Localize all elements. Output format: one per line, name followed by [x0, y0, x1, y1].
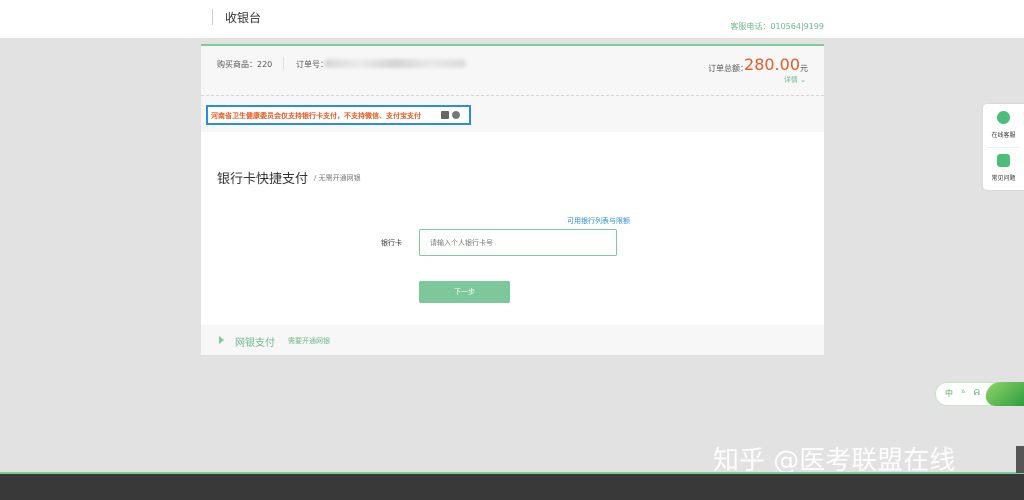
leaf-icon: [983, 382, 1024, 406]
order-summary: 购买商品：220 订单号： 订单总额： 280.00 元 详情 ⌄: [201, 46, 824, 96]
total-label: 订单总额：: [708, 64, 748, 73]
faq-button[interactable]: 常见问题: [983, 147, 1024, 190]
bank-list-link[interactable]: 可用银行列表与限额: [567, 216, 630, 226]
top-bar: 收银台 客服电话：010564|9199: [0, 0, 1024, 38]
currency-unit: 元: [800, 64, 808, 73]
language-label[interactable]: 中: [945, 388, 953, 399]
service-hotline: 客服电话：010564|9199: [730, 22, 824, 31]
netbank-hint: 需要开通网银: [288, 337, 330, 345]
online-service-button[interactable]: 在线客服: [983, 104, 1024, 147]
language-widget[interactable]: 中 ᐞ ᕱ: [935, 382, 1024, 406]
side-toolbar: 在线客服 常见问题: [983, 104, 1024, 190]
bank-icon: [452, 111, 460, 119]
card-number-input[interactable]: [419, 229, 617, 256]
order-detail-toggle[interactable]: 详情 ⌄: [784, 75, 806, 85]
notice-text: 河南省卫生健康委员会仅支持银行卡支付，不支持微信、支付宝支付: [211, 112, 421, 120]
online-service-label: 在线客服: [991, 132, 1016, 139]
question-icon: [997, 154, 1010, 167]
order-separator: [283, 57, 284, 70]
payment-notice: 河南省卫生健康委员会仅支持银行卡支付，不支持微信、支付宝支付: [206, 105, 471, 125]
language-options[interactable]: ᐞ ᕱ: [961, 388, 983, 398]
expand-arrow-icon[interactable]: [219, 336, 224, 344]
total-amount: 280.00: [744, 55, 800, 74]
netbank-section[interactable]: 网银支付 需要开通网银: [201, 325, 824, 355]
card-icon: [441, 111, 449, 119]
customer-service-icon: [997, 111, 1010, 124]
section-title: 银行卡快捷支付: [217, 172, 309, 187]
page-title: 收银台: [225, 11, 262, 25]
next-button[interactable]: 下一步: [419, 281, 510, 303]
order-number-blurred: [324, 59, 466, 68]
goods-info: 购买商品：220: [217, 60, 273, 69]
section-subtitle: / 无需开通网银: [314, 174, 361, 182]
netbank-title[interactable]: 网银支付: [235, 334, 275, 349]
faq-label: 常见问题: [991, 175, 1016, 182]
payment-panel: 购买商品：220 订单号： 订单总额： 280.00 元 详情 ⌄ 河南省卫生健…: [201, 44, 824, 355]
footer-edge-block: [1016, 446, 1024, 473]
title-separator: [212, 9, 213, 25]
card-label: 银行卡: [381, 239, 402, 247]
footer-bar: [0, 446, 1024, 500]
notice-area: 河南省卫生健康委员会仅支持银行卡支付，不支持微信、支付宝支付: [201, 96, 824, 132]
